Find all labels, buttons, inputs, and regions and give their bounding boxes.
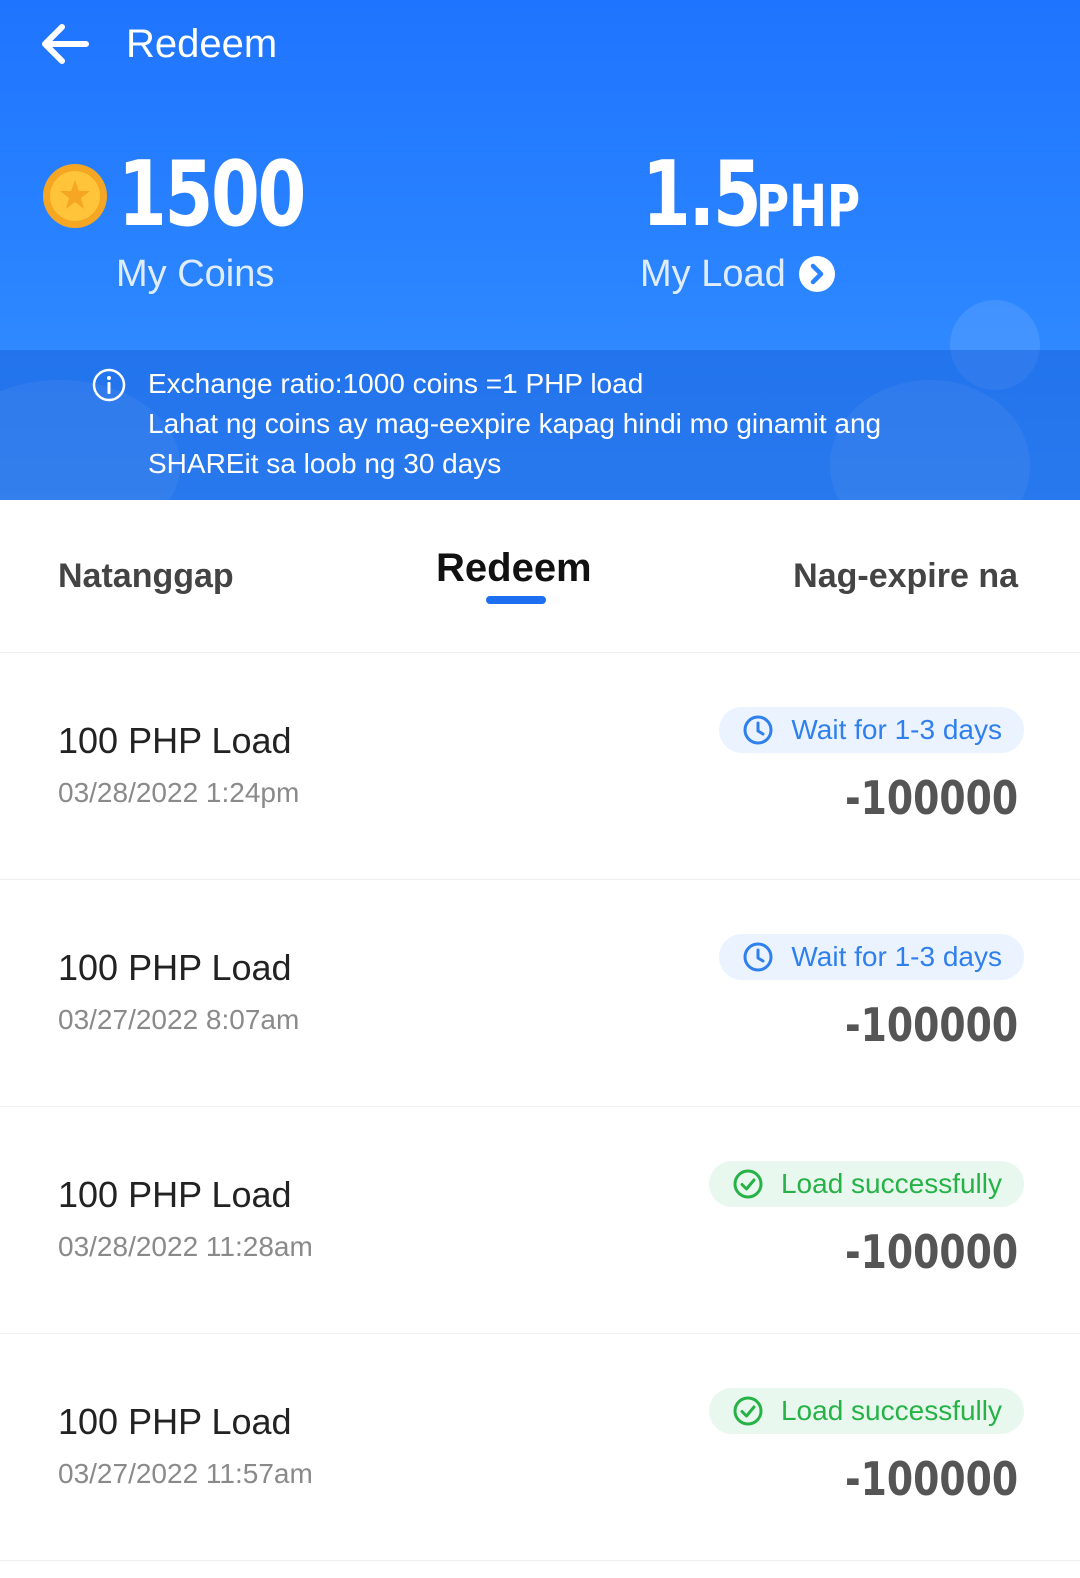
status-text: Load successfully xyxy=(780,1168,1002,1199)
chevron-right-icon[interactable] xyxy=(798,255,836,293)
item-amount: -100000 xyxy=(844,998,1018,1052)
status-badge: Wait for 1-3 days xyxy=(719,707,1024,753)
back-button[interactable] xyxy=(36,18,100,70)
status-badge: Load successfully xyxy=(708,1388,1024,1434)
info-icon xyxy=(92,368,126,402)
transaction-list: 100 PHP Load 03/28/2022 1:24pm Wait for … xyxy=(0,653,1080,1561)
my-load-link[interactable]: My Load xyxy=(640,252,786,296)
tab-nag-expire-na[interactable]: Nag-expire na xyxy=(793,556,1018,596)
item-title: 100 PHP Load xyxy=(58,1401,292,1442)
expiry-notice-line2: SHAREit sa loob ng 30 days xyxy=(148,448,502,479)
status-text: Wait for 1-3 days xyxy=(791,941,1002,972)
item-amount: -100000 xyxy=(844,1452,1018,1506)
list-item[interactable]: 100 PHP Load 03/28/2022 1:24pm Wait for … xyxy=(0,653,1080,880)
exchange-ratio-text: Exchange ratio:1000 coins =1 PHP load xyxy=(148,368,644,399)
item-title: 100 PHP Load xyxy=(58,1174,292,1215)
status-text: Wait for 1-3 days xyxy=(791,714,1002,745)
exchange-info: Exchange ratio:1000 coins =1 PHP load La… xyxy=(148,364,881,484)
expiry-notice-line1: Lahat ng coins ay mag-eexpire kapag hind… xyxy=(148,408,882,439)
clock-icon xyxy=(743,715,773,745)
load-currency: PHP xyxy=(756,172,861,240)
clock-icon xyxy=(743,942,773,972)
coins-label: My Coins xyxy=(116,253,275,295)
header-panel: Redeem 1500 My Coins 1.5 PHP My Load Exc… xyxy=(0,0,1080,500)
active-tab-indicator xyxy=(486,596,546,604)
item-date: 03/27/2022 11:57am xyxy=(58,1458,313,1489)
item-date: 03/27/2022 8:07am xyxy=(58,1004,300,1035)
item-date: 03/28/2022 1:24pm xyxy=(58,777,300,808)
status-text: Load successfully xyxy=(780,1395,1002,1426)
status-badge: Load successfully xyxy=(708,1161,1024,1207)
page-title: Redeem xyxy=(126,22,278,66)
item-amount: -100000 xyxy=(844,1225,1018,1279)
item-title: 100 PHP Load xyxy=(58,947,292,988)
check-circle-icon xyxy=(733,1396,763,1426)
tab-bar: Natanggap Redeem Nag-expire na xyxy=(0,500,1080,653)
check-circle-icon xyxy=(733,1169,763,1199)
tab-natanggap[interactable]: Natanggap xyxy=(58,556,234,596)
load-balance: 1.5 xyxy=(642,142,762,247)
list-item[interactable]: 100 PHP Load 03/27/2022 8:07am Wait for … xyxy=(0,880,1080,1107)
status-badge: Wait for 1-3 days xyxy=(719,934,1024,980)
item-title: 100 PHP Load xyxy=(58,720,292,761)
tab-redeem[interactable]: Redeem xyxy=(436,548,592,588)
item-date: 03/28/2022 11:28am xyxy=(58,1231,313,1262)
arrow-left-icon xyxy=(42,24,89,64)
list-item[interactable]: 100 PHP Load 03/28/2022 11:28am Load suc… xyxy=(0,1107,1080,1334)
coin-icon xyxy=(43,164,107,228)
coins-balance: 1500 xyxy=(118,142,306,247)
list-item[interactable]: 100 PHP Load 03/27/2022 11:57am Load suc… xyxy=(0,1334,1080,1561)
item-amount: -100000 xyxy=(844,771,1018,825)
